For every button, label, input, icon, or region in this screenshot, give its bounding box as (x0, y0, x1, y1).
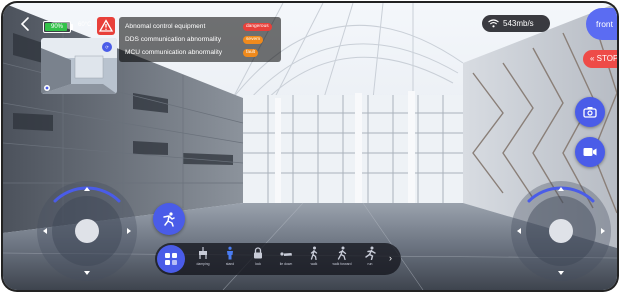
gait-mode-damping[interactable]: damping (188, 246, 218, 266)
gait-mode-walk-forward[interactable]: walk forward (327, 246, 357, 266)
alert-row: MCU communication abnormality fault (125, 46, 275, 59)
gait-mode-run[interactable]: run (355, 246, 385, 266)
battery-percent: 90% (50, 24, 63, 30)
chevron-right-icon[interactable]: › (389, 253, 392, 263)
network-speed: 543mb/s (503, 19, 534, 28)
gait-menu-button[interactable] (157, 245, 185, 273)
right-joystick[interactable] (509, 179, 613, 283)
front-camera-button[interactable]: front (586, 8, 617, 40)
alert-badge: dangerous (243, 22, 272, 31)
alert-text: MCU communication abnormality (125, 49, 223, 56)
video-camera-icon (583, 148, 597, 156)
stop-button[interactable]: « STOP (583, 50, 617, 68)
left-joystick[interactable] (35, 179, 139, 283)
camera-button[interactable] (575, 97, 605, 127)
damping-icon (199, 247, 207, 259)
battery-indicator: 90% (43, 21, 71, 33)
run-icon (365, 246, 376, 260)
network-status: 543mb/s (482, 15, 550, 32)
stand-icon (227, 246, 233, 260)
grid-icon (165, 253, 177, 265)
wifi-icon (488, 19, 499, 28)
gait-mode-lock[interactable]: lock (243, 246, 273, 266)
gait-label: stand (225, 262, 235, 266)
lie-down-icon (280, 252, 292, 256)
alert-badge: fault (243, 48, 259, 57)
alert-row: Abnomal control equipment dangerous (125, 20, 275, 33)
minimap-thumbnail[interactable]: ⟳ (41, 38, 117, 94)
action-mode-button[interactable] (153, 203, 185, 235)
record-video-button[interactable] (575, 137, 605, 167)
back-icon[interactable] (17, 15, 35, 33)
walk-forward-icon (337, 246, 347, 260)
walk-icon (310, 246, 318, 260)
alert-badge: sevem (243, 35, 264, 44)
gait-label: damping (196, 262, 210, 266)
jump-icon (163, 212, 175, 227)
camera-icon (583, 107, 597, 118)
gait-mode-bar: damping stand lock lie down walk walk fo… (155, 243, 401, 275)
gait-label: lock (254, 262, 262, 266)
alert-text: DDS communication abnormality (125, 36, 222, 43)
lock-icon (254, 247, 262, 259)
alert-text: Abnomal control equipment (125, 23, 206, 30)
gait-mode-lie-down[interactable]: lie down (271, 246, 301, 266)
gait-label: walk (310, 262, 318, 266)
battery-tip (71, 24, 73, 30)
alert-panel: Abnomal control equipment dangerous DDS … (119, 17, 281, 62)
gait-label: lie down (279, 262, 293, 266)
temperature-readout: 60°C (78, 22, 92, 28)
gait-label: run (367, 262, 373, 266)
warning-icon[interactable] (97, 17, 115, 35)
gait-label: walk forward (332, 262, 352, 266)
gait-mode-stand[interactable]: stand (215, 246, 245, 266)
robot-control-screen: 90% 60°C Abnomal control equipment dange… (3, 3, 617, 290)
gait-mode-walk[interactable]: walk (299, 246, 329, 266)
alert-row: DDS communication abnormality sevem (125, 33, 275, 46)
